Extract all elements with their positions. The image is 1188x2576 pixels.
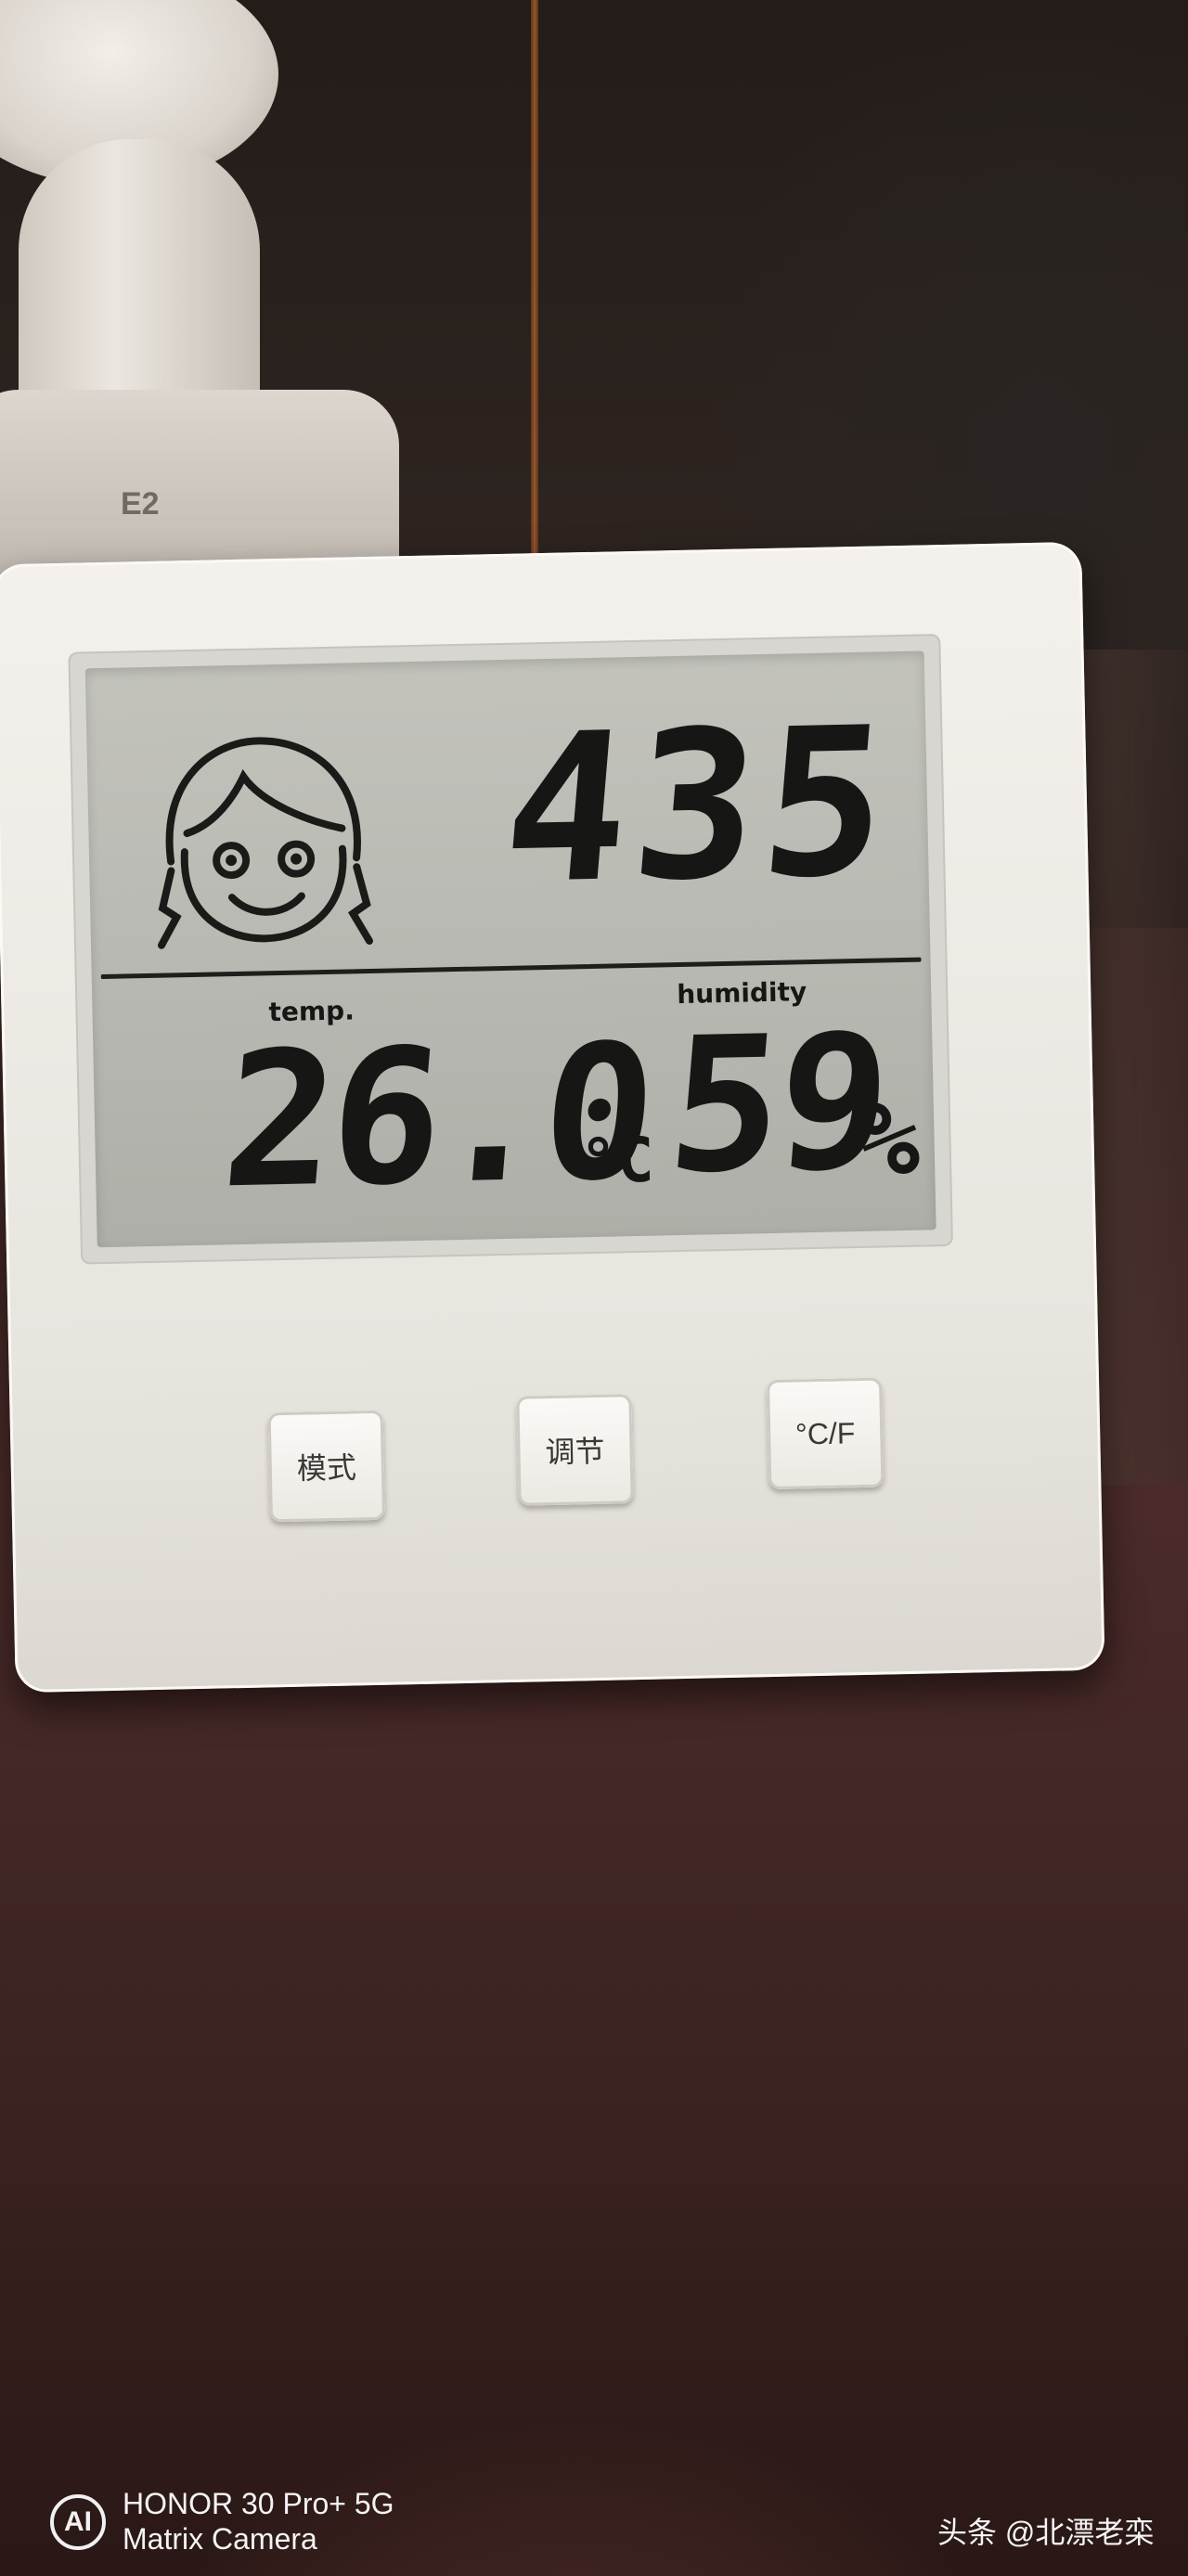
girl-face-icon [158, 737, 373, 949]
humidity-unit: % [857, 1078, 922, 1200]
ai-camera-icon: AI [50, 2494, 106, 2550]
mode-button[interactable]: 模式 [267, 1410, 386, 1523]
adjust-button[interactable]: 调节 [516, 1394, 634, 1506]
camera-model-watermark: HONOR 30 Pro+ 5G [123, 2487, 394, 2520]
camera-name-watermark: Matrix Camera [123, 2522, 317, 2556]
lcd-screen: 435 temp. humidity 26.0 °C 59 % [84, 650, 936, 1248]
unit-toggle-button[interactable]: °C/F [766, 1377, 885, 1490]
counter-readout: 435 [496, 682, 902, 930]
cable [531, 0, 538, 566]
lcd-frame: 435 temp. humidity 26.0 °C 59 % [68, 634, 954, 1265]
fan-logo: E2 [121, 486, 160, 522]
photo-scene: E2 435 temp. humidity 26.0 °C 59 % 模式 调节… [0, 0, 1188, 2576]
temperature-unit: °C [579, 1124, 655, 1198]
source-watermark: 头条 @北漂老栾 [937, 2516, 1155, 2549]
thermo-hygrometer: 435 temp. humidity 26.0 °C 59 % 模式 调节 °C… [0, 541, 1105, 1694]
